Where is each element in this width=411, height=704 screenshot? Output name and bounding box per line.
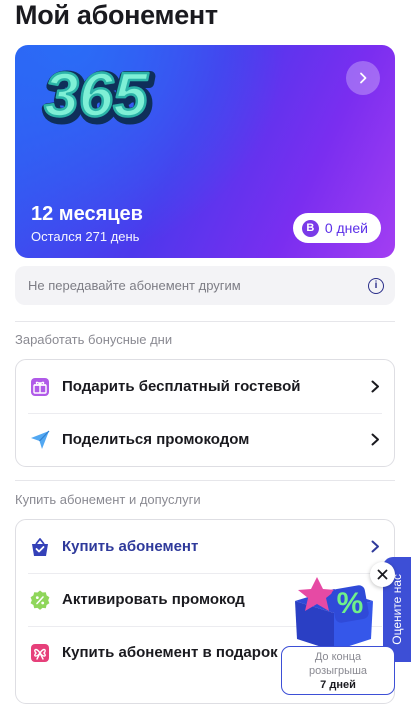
countdown-line1: До конца <box>314 650 362 663</box>
rate-us-label: Оцените нас <box>390 574 404 645</box>
card-open-button[interactable] <box>346 61 380 95</box>
close-icon <box>377 569 388 580</box>
countdown-days: 7 дней <box>320 678 356 691</box>
svg-text:365: 365 <box>44 61 149 130</box>
list-item-buy-subscription[interactable]: Купить абонемент <box>16 520 394 573</box>
gift-icon <box>28 375 52 399</box>
info-icon[interactable]: i <box>368 277 384 294</box>
chevron-right-icon <box>368 540 382 554</box>
send-icon <box>28 428 52 452</box>
bonus-badge-icon: B <box>301 219 319 237</box>
list-item-label: Купить абонемент <box>62 538 199 555</box>
bag-icon <box>28 535 52 559</box>
close-promo-button[interactable] <box>370 562 395 587</box>
list-item-label: Подарить бесплатный гостевой <box>62 378 301 395</box>
divider <box>15 321 395 322</box>
section-title-earn: Заработать бонусные дни <box>15 332 173 347</box>
logo-365-icon: 365 365 <box>41 59 156 137</box>
chevron-right-icon <box>360 72 367 84</box>
chevron-right-icon <box>368 380 382 394</box>
percent-badge-icon <box>28 588 52 612</box>
list-item-gift-guest[interactable]: Подарить бесплатный гостевой <box>16 360 394 413</box>
bonus-days-button[interactable]: B 0 дней <box>292 213 381 243</box>
bonus-days-label: 0 дней <box>324 220 368 236</box>
list-item-label: Поделиться промокодом <box>62 431 250 448</box>
divider <box>15 480 395 481</box>
countdown-line2: розыгрыша <box>308 664 368 677</box>
earn-card: Подарить бесплатный гостевой Поделиться … <box>15 359 395 467</box>
section-title-buy: Купить абонемент и допуслуги <box>15 492 201 507</box>
notice-banner: Не передавайте абонемент другим i <box>15 266 395 305</box>
subscription-duration: 12 месяцев <box>31 203 143 225</box>
giveaway-countdown[interactable]: До конца розыгрыша 7 дней <box>281 646 395 695</box>
chevron-right-icon <box>368 433 382 447</box>
list-item-share-promo[interactable]: Поделиться промокодом <box>16 413 394 466</box>
days-remaining: Остался 271 день <box>31 229 140 244</box>
percent-box-icon: % <box>295 577 373 651</box>
page-title: Мой абонемент <box>15 0 218 30</box>
subscription-card[interactable]: 365 365 12 месяцев Остался 271 день B 0 … <box>15 45 395 258</box>
gift-bow-icon <box>28 641 52 665</box>
notice-text: Не передавайте абонемент другим <box>28 278 241 293</box>
svg-text:%: % <box>337 587 364 620</box>
